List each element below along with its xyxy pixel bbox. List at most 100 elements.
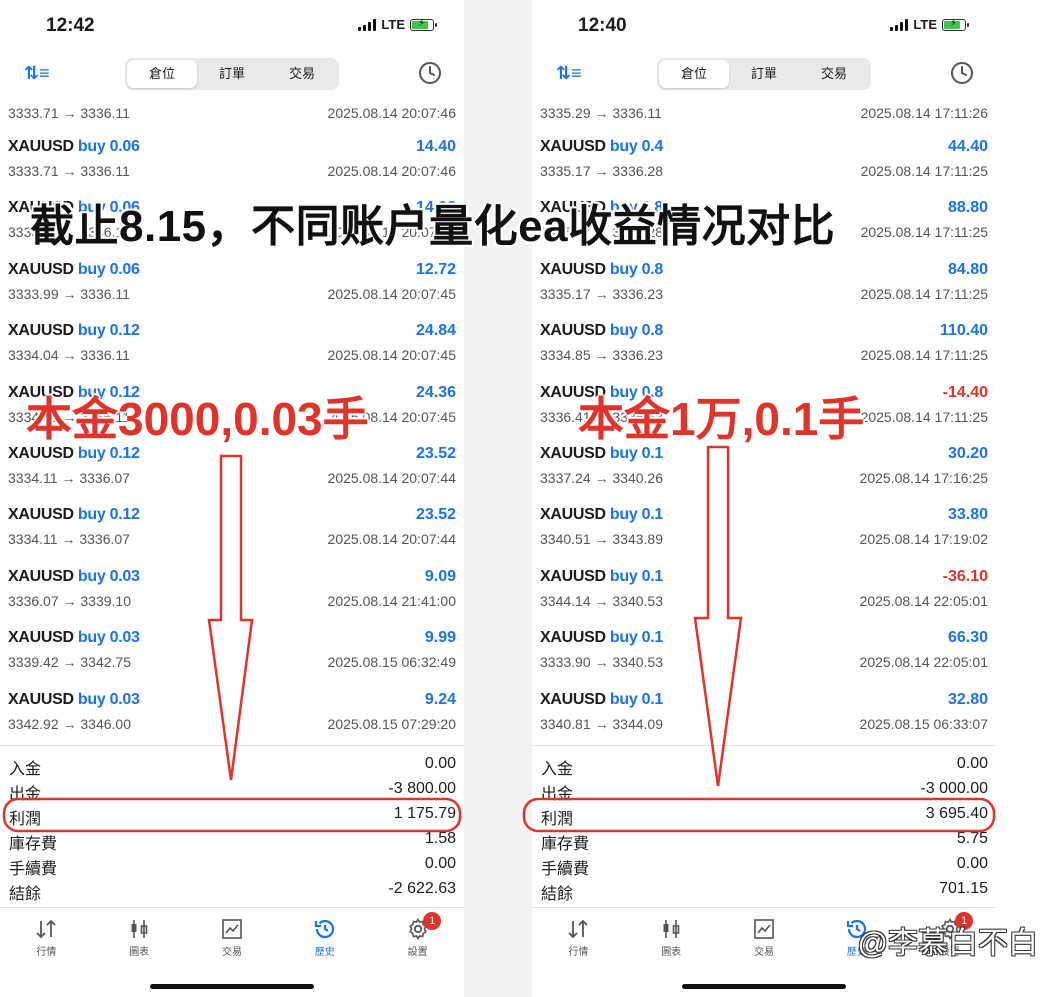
summary-row: 結餘 -2 622.63 (0, 877, 464, 903)
trade-side: buy 0.06 (77, 138, 140, 155)
trade-side: buy 0.03 (77, 567, 140, 585)
trade-row[interactable]: XAUUSD buy 0.1 33.80 3340.51 → 3343.89 2025… (532, 498, 996, 559)
phone-screen-right: 12:40 LTE ⚡ ⇅≡ 倉位 訂單 交易 3335.29 → 3336.1… (532, 0, 996, 997)
tab-label: 行情 (36, 947, 57, 958)
summary-value: 1.58 (424, 830, 456, 847)
trade-row[interactable]: XAUUSD buy 0.8 84.80 3335.17 → 3336.23 2025… (532, 253, 996, 314)
trade-row[interactable]: XAUUSD buy 0.4 44.40 3335.17 → 3336.28 2025… (532, 130, 996, 191)
status-bar: 12:40 LTE ⚡ (532, 0, 996, 50)
trade-symbol: XAUUSD buy 0.1 (540, 629, 663, 647)
up-down-arrows-icon (566, 917, 590, 941)
trade-row[interactable]: XAUUSD buy 0.1 -36.10 3344.14 → 3340.53 202… (532, 560, 996, 621)
tab-label: 設置 (407, 947, 428, 958)
trade-prices: 3334.85 → 3336.23 (540, 347, 663, 364)
tab-candlestick[interactable]: 圖表 (93, 908, 186, 968)
trade-row[interactable]: XAUUSD buy 0.06 14.40 3333.71 → 3336.11 202… (0, 130, 464, 191)
tab-chart-line[interactable]: 交易 (718, 908, 811, 968)
sort-icon[interactable]: ⇅≡ (556, 63, 582, 85)
trade-row[interactable]: XAUUSD buy 0.03 9.09 3336.07 → 3339.10 2025… (0, 560, 464, 621)
trade-row[interactable]: XAUUSD buy 0.03 9.24 3342.92 → 3346.00 2025… (0, 683, 464, 744)
summary-label: 結餘 (9, 886, 42, 903)
trade-profit: 9.24 (424, 690, 456, 708)
trade-side: buy 0.1 (609, 629, 663, 647)
summary-value: 701.15 (939, 880, 988, 897)
trade-row[interactable]: XAUUSD buy 0.1 32.80 3340.81 → 3344.09 2025… (532, 683, 996, 744)
trade-date: 2025.08.14 17:11:25 (860, 347, 988, 364)
trade-row[interactable]: XAUUSD buy 0.8 110.40 3334.85 → 3336.23 202… (532, 314, 996, 375)
notification-badge: 1 (423, 912, 442, 930)
trade-prices: 3333.71 → 3336.11 (8, 105, 130, 121)
summary-row: 手續費 0.00 (532, 852, 996, 878)
trade-profit: 44.40 (947, 138, 988, 155)
trade-row[interactable]: XAUUSD buy 0.12 24.84 3334.04 → 3336.11 202… (0, 314, 464, 375)
candlestick-icon (127, 917, 151, 941)
trade-profit: 32.80 (947, 690, 988, 708)
trade-row[interactable]: XAUUSD buy 0.06 12.72 3333.99 → 3336.11 202… (0, 253, 464, 314)
summary-value: 5.75 (956, 830, 988, 847)
trade-profit: 110.40 (939, 322, 988, 340)
trade-date: 2025.08.14 17:11:25 (860, 285, 988, 302)
period-clock-icon[interactable] (418, 61, 442, 85)
summary-label: 利潤 (541, 811, 574, 828)
trade-row[interactable]: XAUUSD buy 0.12 23.52 3334.11 → 3336.07 202… (0, 498, 464, 559)
summary-value: -2 622.63 (388, 880, 456, 897)
trade-profit: 12.72 (415, 260, 456, 278)
trade-row-partial[interactable]: 3333.71 → 3336.11 2025.08.14 20:07:46 (0, 100, 464, 130)
trade-profit: 24.84 (415, 322, 456, 340)
trade-row[interactable]: XAUUSD buy 0.03 9.99 3339.42 → 3342.75 2025… (0, 621, 464, 682)
trade-date: 2025.08.15 07:29:20 (327, 715, 456, 732)
tab-chart-line[interactable]: 交易 (186, 908, 279, 968)
trade-side: buy 0.03 (77, 690, 140, 708)
summary-row: 庫存費 1.58 (0, 827, 464, 853)
tab-candlestick[interactable]: 圖表 (625, 908, 718, 968)
status-time: 12:42 (46, 15, 95, 36)
signal-icon (358, 18, 377, 31)
trade-profit: 84.80 (947, 260, 988, 278)
summary-row: 手續費 0.00 (0, 852, 464, 878)
trade-date: 2025.08.15 06:33:07 (859, 715, 988, 732)
chart-line-icon (752, 917, 776, 941)
tab-up-down-arrows[interactable]: 行情 (532, 908, 625, 968)
tab-deals[interactable]: 交易 (267, 60, 337, 88)
summary-block: 入金 0.00 出金 -3 800.00 利潤 1 175.79 庫存費 1.58 手續費 0.0… (0, 752, 464, 903)
summary-label: 庫存費 (541, 836, 590, 853)
trade-prices: 3334.11 → 3336.07 (8, 469, 130, 486)
summary-label: 手續費 (9, 861, 58, 878)
tab-up-down-arrows[interactable]: 行情 (0, 908, 93, 968)
trade-profit: 23.52 (415, 506, 456, 524)
tab-positions[interactable]: 倉位 (127, 60, 197, 88)
tab-gear[interactable]: 設置 1 (371, 908, 464, 968)
bottom-tabbar: 行情 圖表 交易 歷史 設置 1 (0, 907, 464, 968)
period-clock-icon[interactable] (950, 61, 974, 85)
trade-profit: -14.40 (942, 383, 988, 401)
home-indicator[interactable] (682, 984, 846, 989)
summary-label: 手續費 (541, 861, 590, 878)
trade-row-partial[interactable]: 3335.29 → 3336.11 2025.08.14 17:11:26 (532, 100, 996, 130)
tab-history-clock[interactable]: 歷史 (278, 908, 371, 968)
trade-row[interactable]: XAUUSD buy 0.1 66.30 3333.90 → 3340.53 2025… (532, 621, 996, 682)
trade-prices: 3339.42 → 3342.75 (8, 654, 131, 671)
trade-profit: -36.10 (942, 567, 988, 585)
trade-symbol: XAUUSD buy 0.1 (540, 690, 663, 708)
trade-symbol: XAUUSD buy 0.03 (8, 690, 140, 708)
trade-side: buy 0.12 (77, 506, 140, 524)
home-indicator[interactable] (150, 984, 314, 989)
tab-orders[interactable]: 訂單 (197, 60, 267, 88)
tab-orders[interactable]: 訂單 (729, 60, 799, 88)
tab-label: 交易 (753, 947, 774, 958)
summary-label: 入金 (541, 761, 574, 778)
trade-prices: 3335.17 → 3336.23 (540, 285, 663, 302)
tab-label: 圖表 (129, 947, 150, 958)
summary-label: 入金 (9, 761, 42, 778)
summary-label: 出金 (541, 786, 574, 803)
trade-prices: 3335.17 → 3336.28 (540, 163, 663, 179)
trade-date: 2025.08.14 17:11:26 (860, 105, 988, 121)
status-bar: 12:42 LTE ⚡ (0, 0, 464, 50)
trade-symbol: XAUUSD buy 0.8 (540, 260, 663, 278)
candlestick-icon (659, 917, 683, 941)
battery-icon: ⚡ (942, 18, 969, 31)
tab-positions[interactable]: 倉位 (659, 60, 729, 88)
tab-deals[interactable]: 交易 (799, 60, 869, 88)
sort-icon[interactable]: ⇅≡ (24, 63, 50, 85)
summary-value: 1 175.79 (393, 805, 456, 822)
